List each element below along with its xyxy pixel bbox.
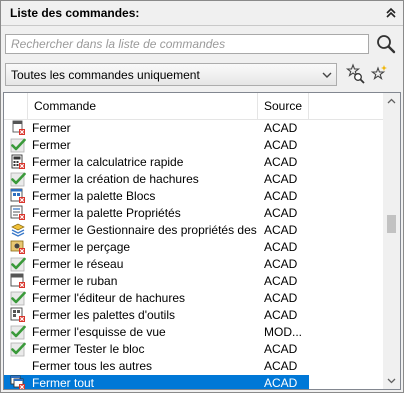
scrollbar-thumb[interactable] <box>387 215 396 233</box>
source-column-header[interactable]: Source <box>258 93 309 119</box>
close-window-icon <box>12 120 25 135</box>
command-source: ACAD <box>264 172 298 186</box>
command-column-header[interactable]: Commande <box>28 93 258 119</box>
new-command-icon[interactable] <box>367 63 389 85</box>
command-row[interactable]: Fermer tous les autres ACAD <box>4 358 309 375</box>
command-name: Fermer la création de hachures <box>32 172 199 186</box>
layer-manager-icon <box>11 223 25 237</box>
command-name: Fermer la palette Propriétés <box>32 206 181 220</box>
command-source: ACAD <box>264 291 298 305</box>
checkmark-icon <box>10 257 26 272</box>
command-source: ACAD <box>264 240 298 254</box>
command-row[interactable]: Fermer ACAD <box>4 137 309 154</box>
command-name: Fermer <box>32 121 71 135</box>
vertical-scrollbar[interactable] <box>383 93 400 389</box>
command-source: ACAD <box>264 257 298 271</box>
command-name: Fermer le perçage <box>32 240 131 254</box>
chevron-down-icon <box>322 72 332 78</box>
checkmark-icon <box>10 138 26 153</box>
command-row[interactable]: Fermer ACAD <box>4 120 309 137</box>
command-name: Fermer la calculatrice rapide <box>32 155 184 169</box>
command-name: Fermer tous les autres <box>32 359 153 373</box>
tool-palettes-icon <box>10 307 25 322</box>
command-row[interactable]: Fermer Tester le bloc ACAD <box>4 341 309 358</box>
command-source: ACAD <box>264 308 298 322</box>
search-icon[interactable] <box>375 33 397 55</box>
command-source: ACAD <box>264 206 298 220</box>
filter-selected-value: Toutes les commandes uniquement <box>11 68 200 82</box>
command-name: Fermer l'éditeur de hachures <box>32 291 186 305</box>
command-row[interactable]: Fermer le ruban ACAD <box>4 273 309 290</box>
command-filter-dropdown[interactable]: Toutes les commandes uniquement <box>5 63 337 86</box>
column-headers: Commande Source <box>4 93 384 120</box>
command-row[interactable]: Fermer le perçage ACAD <box>4 239 309 256</box>
checkmark-icon <box>10 325 26 340</box>
checkmark-icon <box>10 342 26 357</box>
command-source: ACAD <box>264 189 298 203</box>
command-name: Fermer <box>32 138 71 152</box>
command-source: ACAD <box>264 121 298 135</box>
command-row[interactable]: Fermer la création de hachures ACAD <box>4 171 309 188</box>
panel-header: Liste des commandes: <box>1 1 403 26</box>
command-name: Fermer le réseau <box>32 257 124 271</box>
properties-palette-icon <box>10 205 25 220</box>
command-name: Fermer l'esquisse de vue <box>32 325 166 339</box>
command-list-panel: Liste des commandes: Toutes les commande… <box>0 0 404 393</box>
command-name: Fermer le Gestionnaire des propriétés de… <box>32 223 258 237</box>
command-name: Fermer tout <box>32 376 95 390</box>
scroll-down-icon[interactable] <box>383 372 400 389</box>
command-source: ACAD <box>264 342 298 356</box>
command-source: ACAD <box>264 359 298 373</box>
command-row[interactable]: Fermer l'éditeur de hachures ACAD <box>4 290 309 307</box>
command-name: Fermer le ruban <box>32 274 118 288</box>
command-source: ACAD <box>264 376 298 390</box>
close-all-icon <box>10 375 25 389</box>
command-row[interactable]: Fermer le Gestionnaire des propriétés de… <box>4 222 309 239</box>
command-source: ACAD <box>264 274 298 288</box>
collapse-up-icon[interactable] <box>384 6 398 20</box>
icon-column-header[interactable] <box>4 93 28 119</box>
search-box[interactable] <box>5 34 369 54</box>
search-input[interactable] <box>6 35 368 53</box>
command-name: Fermer la palette Blocs <box>32 189 156 203</box>
scroll-up-icon[interactable] <box>383 93 400 110</box>
command-row[interactable]: Fermer l'esquisse de vue MOD... <box>4 324 309 341</box>
checkmark-icon <box>10 172 26 187</box>
command-list: Commande Source Fermer ACAD Fermer ACAD Ferm… <box>3 92 401 390</box>
command-row[interactable]: Fermer tout ACAD <box>4 375 309 390</box>
command-row[interactable]: Fermer le réseau ACAD <box>4 256 309 273</box>
command-source: MOD... <box>264 325 302 339</box>
command-source: ACAD <box>264 155 298 169</box>
drilling-icon <box>10 240 25 254</box>
checkmark-icon <box>10 291 26 306</box>
command-row[interactable]: Fermer les palettes d'outils ACAD <box>4 307 309 324</box>
panel-title: Liste des commandes: <box>10 6 140 20</box>
find-command-icon[interactable] <box>344 63 366 85</box>
calculator-icon <box>11 154 25 169</box>
ribbon-icon <box>10 273 25 288</box>
command-row[interactable]: Fermer la palette Propriétés ACAD <box>4 205 309 222</box>
command-name: Fermer les palettes d'outils <box>32 308 176 322</box>
command-source: ACAD <box>264 223 298 237</box>
command-row[interactable]: Fermer la palette Blocs ACAD <box>4 188 309 205</box>
command-source: ACAD <box>264 138 298 152</box>
blocks-palette-icon <box>10 188 25 203</box>
command-name: Fermer Tester le bloc <box>32 342 145 356</box>
command-row[interactable]: Fermer la calculatrice rapide ACAD <box>4 154 309 171</box>
